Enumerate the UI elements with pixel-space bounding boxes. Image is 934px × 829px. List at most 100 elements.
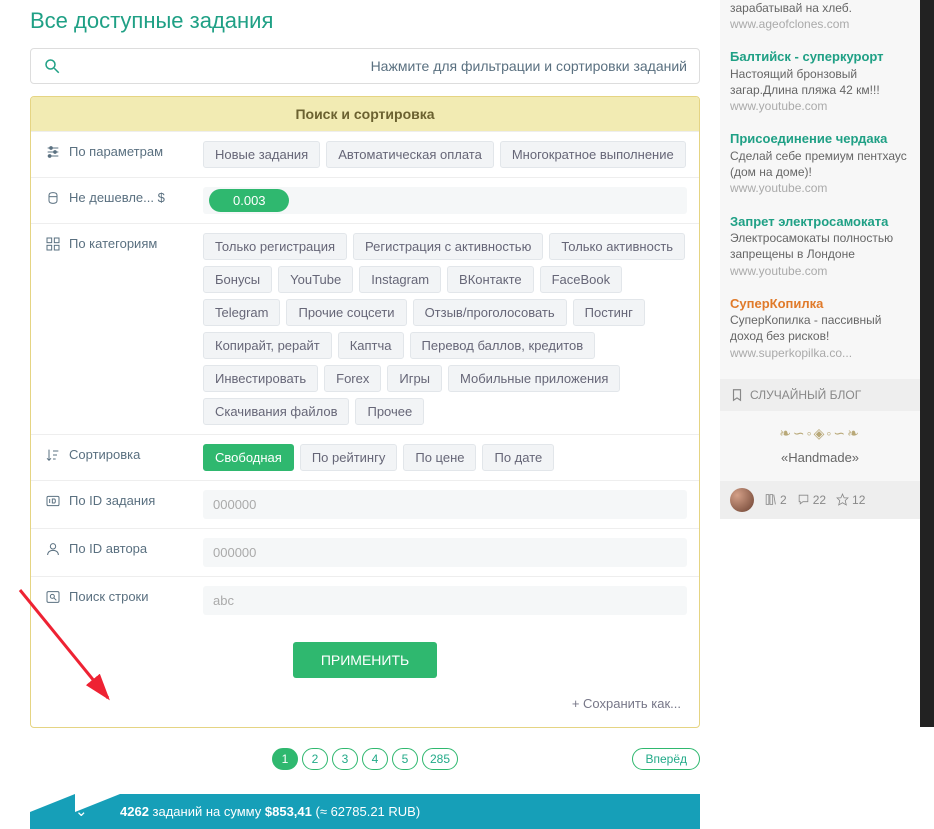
ad-desc: зарабатывай на хлеб. <box>730 0 910 16</box>
sliders-icon <box>45 144 61 160</box>
pagination: 12345285 Вперёд <box>30 748 700 770</box>
ad-url[interactable]: www.ageofclones.com <box>730 16 910 32</box>
category-tag[interactable]: ВКонтакте <box>447 266 534 293</box>
category-tag[interactable]: FaceBook <box>540 266 623 293</box>
id-icon <box>45 493 61 509</box>
ad-title[interactable]: СуперКопилка <box>730 295 910 313</box>
search-input[interactable] <box>203 586 687 615</box>
blog-header: СЛУЧАЙНЫЙ БЛОГ <box>720 379 920 411</box>
category-tag[interactable]: Копирайт, рерайт <box>203 332 332 359</box>
sort-body: СвободнаяПо рейтингуПо ценеПо дате <box>191 435 699 480</box>
category-tag[interactable]: YouTube <box>278 266 353 293</box>
param-tag[interactable]: Автоматическая оплата <box>326 141 494 168</box>
search-label: Поиск строки <box>69 589 149 604</box>
category-tag[interactable]: Бонусы <box>203 266 272 293</box>
apply-button[interactable]: ПРИМЕНИТЬ <box>293 642 437 678</box>
author-id-input[interactable] <box>203 538 687 567</box>
category-tag[interactable]: Forex <box>324 365 381 392</box>
params-label: По параметрам <box>69 144 163 159</box>
category-tag[interactable]: Прочее <box>355 398 424 425</box>
param-tag[interactable]: Новые задания <box>203 141 320 168</box>
search-text-icon <box>45 589 61 605</box>
sort-option[interactable]: По цене <box>403 444 476 471</box>
stat-books: 2 <box>764 493 787 507</box>
category-tag[interactable]: Только регистрация <box>203 233 347 260</box>
page-next[interactable]: Вперёд <box>632 748 700 770</box>
ad-block: Балтийск - суперкурортНастоящий бронзовы… <box>730 48 910 114</box>
save-as-link[interactable]: + Сохранить как... <box>31 688 699 727</box>
row-author-id: По ID автора <box>31 528 699 576</box>
category-tag[interactable]: Мобильные приложения <box>448 365 620 392</box>
blog-stats: 22212 <box>720 481 920 519</box>
ad-block: Присоединение чердакаСделай себе премиум… <box>730 130 910 196</box>
price-label: Не дешевле... $ <box>69 190 165 205</box>
category-tag[interactable]: Инвестировать <box>203 365 318 392</box>
ad-block: Запрет электросамокатаЭлектросамокаты по… <box>730 213 910 279</box>
task-id-input[interactable] <box>203 490 687 519</box>
chevron-down-icon: ⌄ <box>75 802 88 820</box>
author-icon <box>45 541 61 557</box>
ad-title[interactable]: Балтийск - суперкурорт <box>730 48 910 66</box>
stat-stars: 12 <box>836 493 865 507</box>
page-title: Все доступные задания <box>30 8 700 34</box>
ad-title[interactable]: Запрет электросамоката <box>730 213 910 231</box>
ad-url[interactable]: www.youtube.com <box>730 98 910 114</box>
row-search: Поиск строки <box>31 576 699 624</box>
categories-label: По категориям <box>69 236 157 251</box>
money-icon <box>45 190 61 206</box>
task-amount: $853,41 <box>265 804 312 819</box>
right-edge-decoration <box>920 0 934 727</box>
sort-icon <box>45 447 61 463</box>
ad-title[interactable]: Присоединение чердака <box>730 130 910 148</box>
summary-ribbon: ⌄ 4262 заданий на сумму $853,41 (≈ 62785… <box>30 794 700 829</box>
page-2[interactable]: 2 <box>302 748 328 770</box>
category-tag[interactable]: Только активность <box>549 233 685 260</box>
sort-option[interactable]: По дате <box>482 444 554 471</box>
blog-decoration: ❧∽◦◈◦∽❧ <box>730 425 910 442</box>
category-tag[interactable]: Игры <box>387 365 442 392</box>
page-1[interactable]: 1 <box>272 748 298 770</box>
task-count: 4262 <box>120 804 149 819</box>
ribbon-rub: (≈ 62785.21 RUB) <box>312 804 420 819</box>
category-tag[interactable]: Прочие соцсети <box>286 299 406 326</box>
price-input[interactable] <box>209 189 289 212</box>
category-tag[interactable]: Постинг <box>573 299 645 326</box>
author-id-label: По ID автора <box>69 541 147 556</box>
ad-url[interactable]: www.superkopilka.co... <box>730 345 910 361</box>
filter-toggle-label: Нажмите для фильтрации и сортировки зада… <box>61 58 687 74</box>
category-tag[interactable]: Telegram <box>203 299 280 326</box>
page-4[interactable]: 4 <box>362 748 388 770</box>
page-3[interactable]: 3 <box>332 748 358 770</box>
param-tag[interactable]: Многократное выполнение <box>500 141 686 168</box>
ad-desc: Электросамокаты полностью запрещены в Ло… <box>730 230 910 262</box>
grid-icon <box>45 236 61 252</box>
ribbon-mid: заданий на сумму <box>149 804 265 819</box>
row-price: Не дешевле... $ <box>31 177 699 223</box>
ad-desc: Настоящий бронзовый загар.Длина пляжа 42… <box>730 66 910 98</box>
bookmark-icon <box>730 388 744 402</box>
avatar[interactable] <box>730 488 754 512</box>
category-tag[interactable]: Скачивания файлов <box>203 398 349 425</box>
panel-title: Поиск и сортировка <box>31 97 699 131</box>
ad-block: СуперКопилкаСуперКопилка - пассивный дох… <box>730 295 910 361</box>
params-body: Новые заданияАвтоматическая оплатаМногок… <box>191 132 699 177</box>
ad-url[interactable]: www.youtube.com <box>730 263 910 279</box>
sort-option[interactable]: Свободная <box>203 444 294 471</box>
category-tag[interactable]: Отзыв/проголосовать <box>413 299 567 326</box>
page-285[interactable]: 285 <box>422 748 458 770</box>
row-categories: По категориям Только регистрацияРегистра… <box>31 223 699 434</box>
category-tag[interactable]: Instagram <box>359 266 441 293</box>
category-tag[interactable]: Каптча <box>338 332 404 359</box>
sort-option[interactable]: По рейтингу <box>300 444 398 471</box>
category-tag[interactable]: Регистрация с активностью <box>353 233 543 260</box>
filter-toggle[interactable]: Нажмите для фильтрации и сортировки зада… <box>30 48 700 84</box>
category-tag[interactable]: Перевод баллов, кредитов <box>410 332 596 359</box>
sidebar: зарабатывай на хлеб.www.ageofclones.com Б… <box>720 0 920 519</box>
blog-title[interactable]: «Handmade» <box>730 450 910 465</box>
sort-label: Сортировка <box>69 447 140 462</box>
categories-body: Только регистрацияРегистрация с активнос… <box>191 224 699 434</box>
ad-url[interactable]: www.youtube.com <box>730 180 910 196</box>
ad-desc: СуперКопилка - пассивный доход без риско… <box>730 312 910 344</box>
row-task-id: По ID задания <box>31 480 699 528</box>
page-5[interactable]: 5 <box>392 748 418 770</box>
